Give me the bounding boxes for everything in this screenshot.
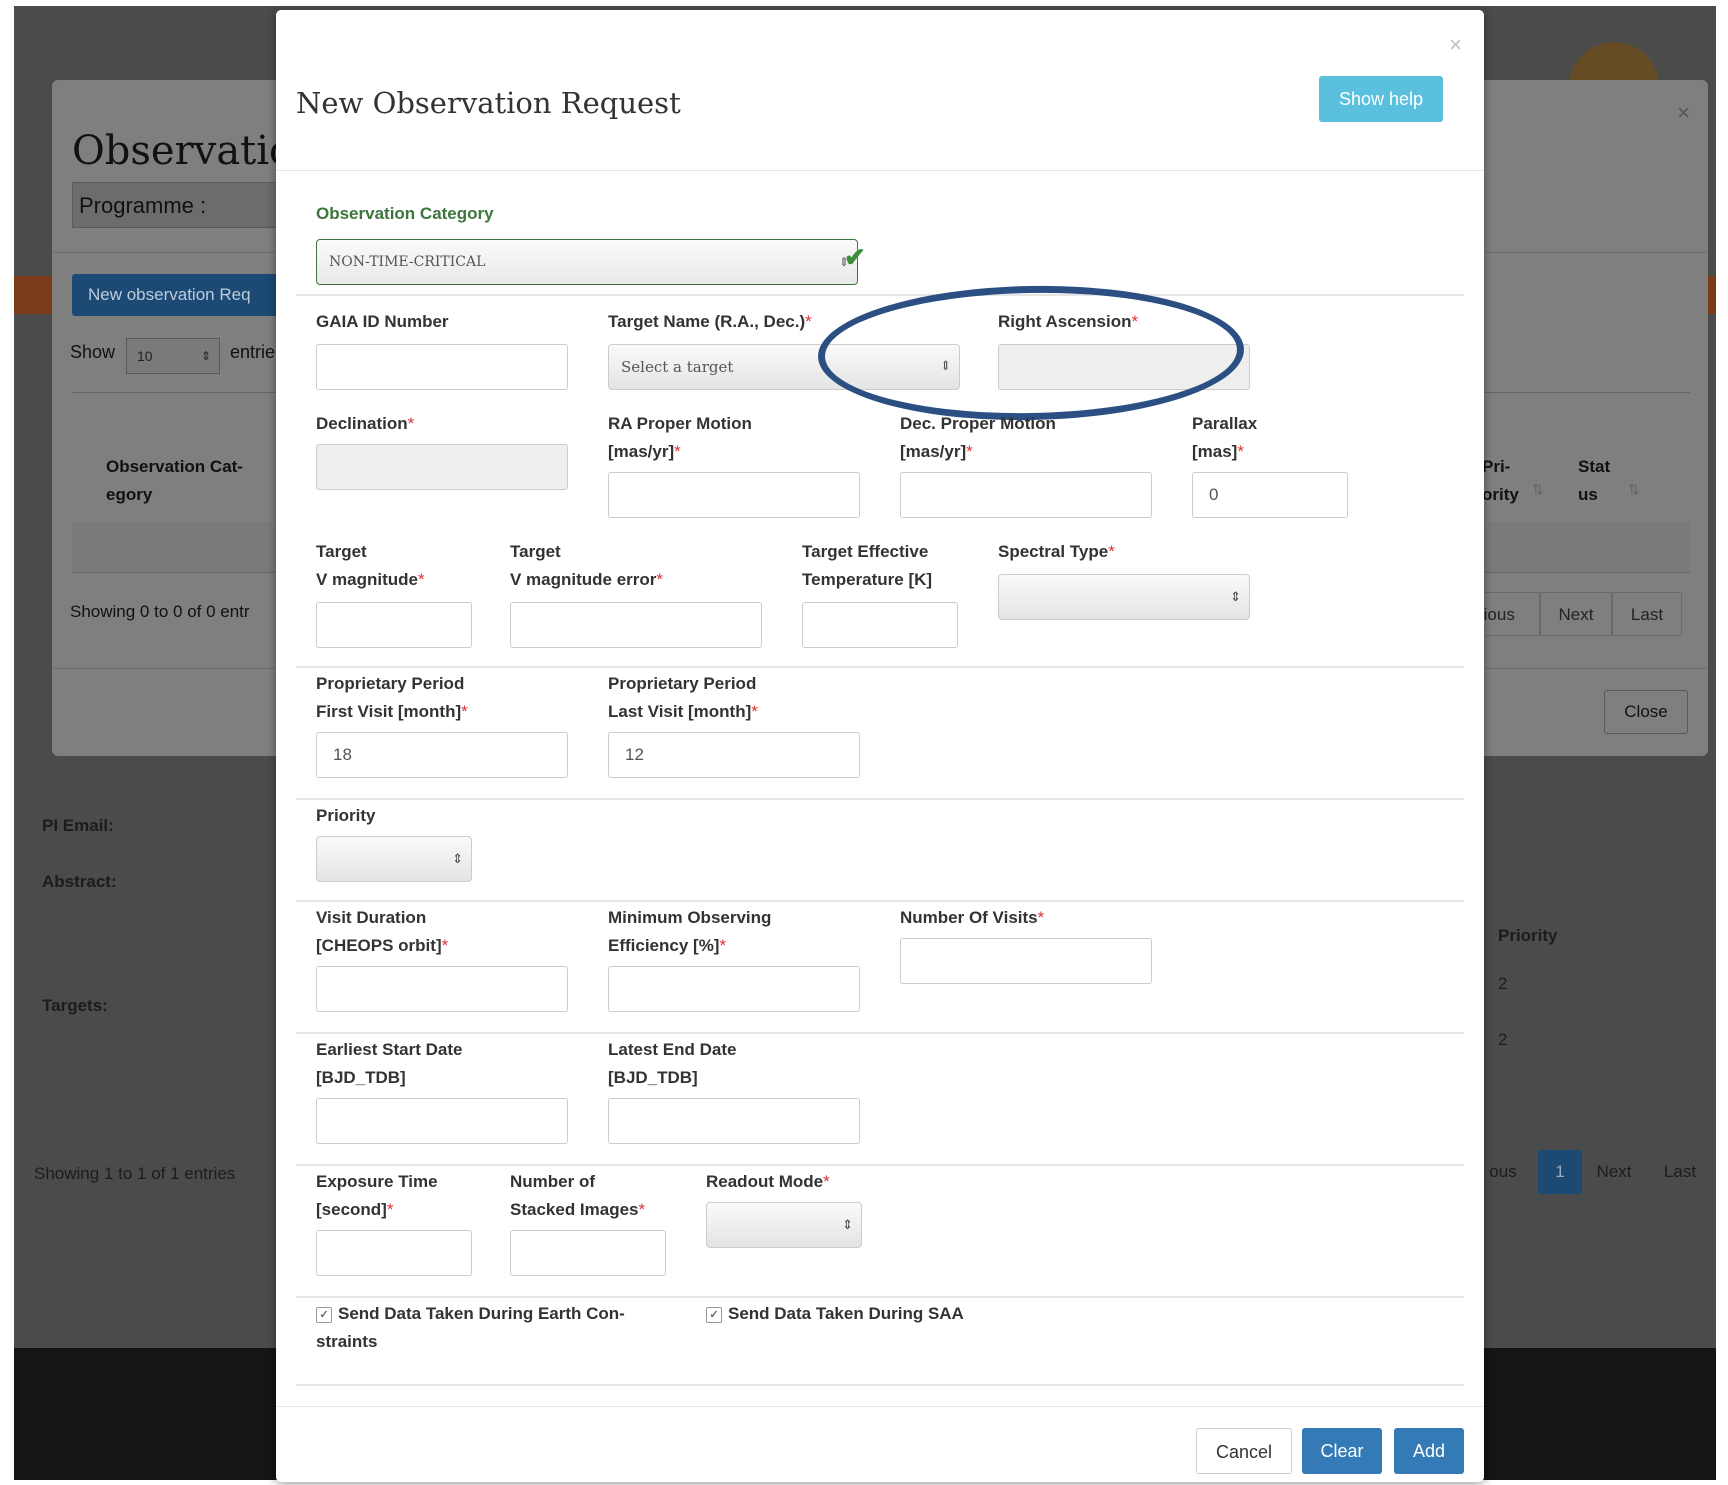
priority-select[interactable]: ⇕ xyxy=(316,836,472,882)
earth-constraints-checkbox[interactable]: ✓ Send Data Taken During Earth Con-strain… xyxy=(316,1300,625,1356)
pager-last[interactable]: Last xyxy=(1612,592,1682,636)
number-of-visits-input[interactable] xyxy=(900,938,1152,984)
number-of-visits-label: Number Of Visits* xyxy=(900,908,1045,927)
divider xyxy=(296,900,1464,902)
proprietary-last-label: Proprietary Period Last Visit [month]* xyxy=(608,674,758,721)
entries-label: entrie xyxy=(230,342,276,362)
exposure-time-input[interactable] xyxy=(316,1230,472,1276)
programme-label: Programme : xyxy=(72,182,302,228)
observation-category-select[interactable]: NON-TIME-CRITICAL ⇕ xyxy=(316,239,858,285)
new-observation-modal: × New Observation Request Show help Obse… xyxy=(276,10,1484,1482)
dec-proper-motion-label: Dec. Proper Motion [mas/yr]* xyxy=(900,414,1056,461)
stacked-images-input[interactable] xyxy=(510,1230,666,1276)
visit-duration-label: Visit Duration [CHEOPS orbit]* xyxy=(316,908,449,955)
close-icon[interactable]: × xyxy=(1449,32,1462,58)
select-arrow-icon: ⇕ xyxy=(200,349,211,363)
earliest-start-input[interactable] xyxy=(316,1098,568,1144)
checkbox-icon[interactable]: ✓ xyxy=(316,1306,332,1323)
effective-temperature-label: Target Effective Temperature [K] xyxy=(802,542,933,589)
targets-priority-value: 2 xyxy=(1498,1030,1508,1049)
proprietary-first-input[interactable]: 18 xyxy=(316,732,568,778)
saa-checkbox[interactable]: ✓ Send Data Taken During SAA xyxy=(706,1300,964,1328)
v-magnitude-label: Target V magnitude* xyxy=(316,542,425,589)
close-icon[interactable]: × xyxy=(1677,100,1690,126)
select-arrow-icon: ⇕ xyxy=(842,1217,853,1232)
divider xyxy=(296,1164,1464,1166)
divider xyxy=(296,798,1464,800)
priority-label: Priority xyxy=(316,806,376,825)
entries-per-page-select[interactable]: 10 ⇕ xyxy=(126,338,220,374)
readout-mode-select[interactable]: ⇕ xyxy=(706,1202,862,1248)
divider xyxy=(296,666,1464,668)
observation-category-value: NON-TIME-CRITICAL xyxy=(329,254,486,270)
column-status[interactable]: Stat us xyxy=(1578,453,1610,509)
min-efficiency-input[interactable] xyxy=(608,966,860,1012)
divider xyxy=(296,294,1464,296)
gaia-id-label: GAIA ID Number xyxy=(316,312,449,331)
checkbox-icon[interactable]: ✓ xyxy=(706,1306,722,1323)
column-priority[interactable]: Pri- ority xyxy=(1482,453,1519,509)
divider xyxy=(276,170,1484,171)
declination-label: Declination* xyxy=(316,414,415,433)
observation-category-label: Observation Category xyxy=(316,204,494,223)
ra-proper-motion-label: RA Proper Motion [mas/yr]* xyxy=(608,414,752,461)
gaia-id-input[interactable] xyxy=(316,344,568,390)
visit-duration-input[interactable] xyxy=(316,966,568,1012)
readout-mode-label: Readout Mode* xyxy=(706,1172,830,1191)
stacked-images-label: Number of Stacked Images* xyxy=(510,1172,646,1219)
cancel-button[interactable]: Cancel xyxy=(1196,1428,1292,1474)
pi-email-label: PI Email: xyxy=(42,816,114,835)
latest-end-label: Latest End Date [BJD_TDB] xyxy=(608,1040,737,1087)
check-icon: ✔ xyxy=(844,242,866,272)
divider xyxy=(296,1296,1464,1298)
targets-label: Targets: xyxy=(42,996,108,1015)
divider xyxy=(276,1406,1484,1407)
earliest-start-label: Earliest Start Date [BJD_TDB] xyxy=(316,1040,463,1087)
annotation-circle xyxy=(816,282,1246,424)
latest-end-input[interactable] xyxy=(608,1098,860,1144)
observations-modal-title: Observatio xyxy=(72,128,294,174)
proprietary-first-label: Proprietary Period First Visit [month]* xyxy=(316,674,468,721)
select-arrow-icon: ⇕ xyxy=(452,851,463,866)
ra-proper-motion-input[interactable] xyxy=(608,472,860,518)
min-efficiency-label: Minimum Observing Efficiency [%]* xyxy=(608,908,772,955)
divider xyxy=(296,1032,1464,1034)
target-name-label: Target Name (R.A., Dec.)* xyxy=(608,312,812,331)
divider xyxy=(296,1384,1464,1386)
pager-next[interactable]: Next xyxy=(1540,592,1612,636)
close-button[interactable]: Close xyxy=(1604,690,1688,734)
dec-proper-motion-input[interactable] xyxy=(900,472,1152,518)
show-help-button[interactable]: Show help xyxy=(1319,76,1443,122)
target-name-placeholder: Select a target xyxy=(621,358,734,376)
sort-icon[interactable]: ⇅ xyxy=(1532,481,1544,498)
add-button[interactable]: Add xyxy=(1394,1428,1464,1474)
sort-icon[interactable]: ⇅ xyxy=(1628,481,1640,498)
targets-showing-text: Showing 1 to 1 of 1 entries xyxy=(34,1164,236,1183)
proprietary-last-input[interactable]: 12 xyxy=(608,732,860,778)
declination-input[interactable] xyxy=(316,444,568,490)
effective-temperature-input[interactable] xyxy=(802,602,958,648)
parallax-label: Parallax [mas]* xyxy=(1192,414,1258,461)
v-magnitude-error-label: Target V magnitude error* xyxy=(510,542,664,589)
targets-pager-page[interactable]: 1 xyxy=(1538,1150,1582,1194)
showing-text: Showing 0 to 0 of 0 entr xyxy=(70,602,250,621)
targets-pager-last[interactable]: Last xyxy=(1648,1150,1712,1194)
abstract-label: Abstract: xyxy=(42,872,117,891)
targets-priority-header: Priority xyxy=(1498,926,1558,945)
column-observation-category[interactable]: Observation Cat- egory xyxy=(106,453,243,509)
select-arrow-icon: ⇕ xyxy=(1230,589,1241,604)
clear-button[interactable]: Clear xyxy=(1302,1428,1382,1474)
exposure-time-label: Exposure Time [second]* xyxy=(316,1172,438,1219)
v-magnitude-input[interactable] xyxy=(316,602,472,648)
spectral-type-label: Spectral Type* xyxy=(998,542,1115,561)
v-magnitude-error-input[interactable] xyxy=(510,602,762,648)
entries-per-page-value: 10 xyxy=(137,348,153,364)
modal-title: New Observation Request xyxy=(296,86,681,120)
spectral-type-select[interactable]: ⇕ xyxy=(998,574,1250,620)
targets-priority-value: 2 xyxy=(1498,974,1508,993)
targets-pager-next[interactable]: Next xyxy=(1582,1150,1646,1194)
parallax-input[interactable]: 0 xyxy=(1192,472,1348,518)
show-label: Show xyxy=(70,342,116,362)
